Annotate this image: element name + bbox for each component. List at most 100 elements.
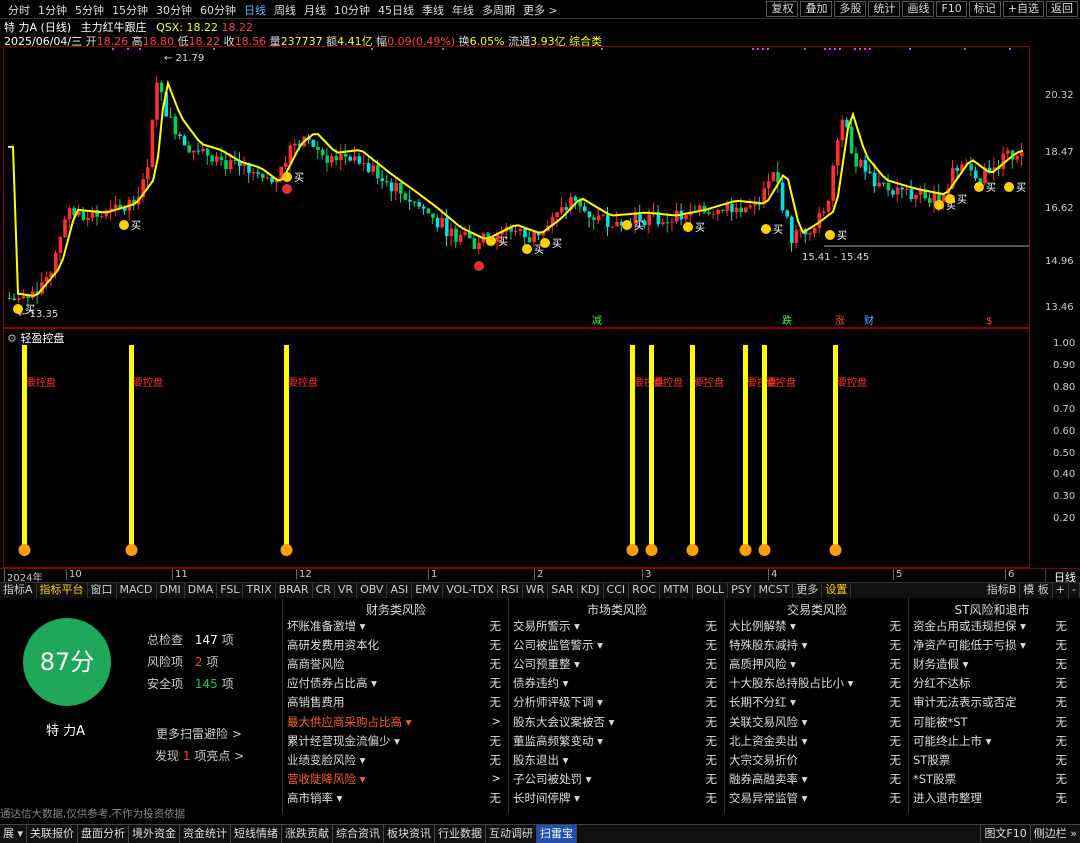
bottom-tab[interactable]: 综合资讯 (333, 825, 385, 843)
bottom-tab[interactable]: 资金统计 (180, 825, 232, 843)
indicator-tab[interactable]: DMI (157, 583, 185, 598)
risk-item[interactable]: 股东大会议案被否 ▾ (513, 714, 614, 730)
period-tab[interactable]: 15分钟 (108, 2, 152, 18)
toolbar-button[interactable]: F10 (936, 1, 967, 17)
bottom-tab[interactable]: 展 ▾ (0, 825, 28, 843)
bottom-right-tab[interactable]: 侧边栏 » (1029, 825, 1080, 842)
period-tab[interactable]: 60分钟 (196, 2, 240, 18)
indicator-tab[interactable]: RSI (498, 583, 523, 598)
risk-item[interactable]: 特殊股东减持 ▾ (729, 637, 807, 653)
indicator-tab[interactable]: CCI (604, 583, 630, 598)
toolbar-button[interactable]: 叠加 (800, 1, 833, 17)
indicator-tab[interactable]: VOL-TDX (443, 583, 498, 598)
indicator-tab[interactable]: MACD (117, 583, 157, 598)
indicator-tab[interactable]: BRAR (276, 583, 313, 598)
bottom-tab[interactable]: 扫雷宝 (537, 825, 578, 843)
toolbar-button[interactable]: 多股 (834, 1, 867, 17)
bottom-tab[interactable]: 关联报价 (27, 825, 79, 843)
period-tab[interactable]: 1分钟 (34, 2, 71, 18)
risk-item[interactable]: 分红不达标 (913, 675, 971, 691)
toolbar-button[interactable]: 画线 (902, 1, 935, 17)
risk-item[interactable]: 可能终止上市 ▾ (913, 733, 991, 749)
risk-item[interactable]: 交易异常监管 ▾ (729, 790, 807, 806)
period-tab[interactable]: 月线 (300, 2, 330, 18)
bottom-right-tab[interactable]: 图文F10 (980, 825, 1029, 842)
toolbar-button[interactable]: 复权 (766, 1, 799, 17)
indicator-tab[interactable]: MCST (755, 583, 794, 598)
period-tab[interactable]: 10分钟 (330, 2, 374, 18)
risk-item[interactable]: 进入退市整理 (913, 790, 982, 806)
sub-indicator-panel[interactable]: ⚙ 轻盈控盘 要控盘要控盘要控盘要控盘要控盘要控盘要控盘要控盘要控盘 (3, 328, 1030, 568)
bottom-tab[interactable]: 盘面分析 (78, 825, 130, 843)
risk-item[interactable]: 交易所警示 ▾ (513, 618, 580, 634)
risk-item[interactable]: 坏账准备激增 ▾ (287, 618, 365, 634)
risk-item[interactable]: 最大供应商采购占比高 ▾ (287, 714, 411, 730)
risk-item[interactable]: 大宗交易折价 (729, 752, 798, 768)
indicator-tab[interactable]: ROC (629, 583, 661, 598)
period-tab[interactable]: 年线 (448, 2, 478, 18)
risk-item[interactable]: 高研发费用资本化 (287, 637, 379, 653)
indicator-tab[interactable]: 设置 (822, 583, 852, 598)
period-tab[interactable]: 日线 (240, 2, 270, 18)
event-label[interactable]: $ (986, 316, 992, 327)
event-label[interactable]: 涨 (835, 315, 845, 327)
period-tab[interactable]: 周线 (270, 2, 300, 18)
risk-item[interactable]: 关联交易风险 ▾ (729, 714, 807, 730)
indicator-tab[interactable]: 更多 (793, 583, 823, 598)
indicator-tab[interactable]: WR (523, 583, 549, 598)
risk-item[interactable]: 高质押风险 ▾ (729, 656, 796, 672)
risk-item[interactable]: 长期不分红 ▾ (729, 694, 796, 710)
risk-item[interactable]: 净资产可能低于亏损 ▾ (913, 637, 1026, 653)
indicator-tab[interactable]: TRIX (243, 583, 276, 598)
period-tab[interactable]: 季线 (418, 2, 448, 18)
risk-item[interactable]: 股东退出 ▾ (513, 752, 568, 768)
risk-item[interactable]: 可能被*ST (913, 714, 968, 730)
indicator-tab-right[interactable]: - (1069, 583, 1080, 598)
event-label[interactable]: 财 (864, 314, 874, 327)
risk-item[interactable]: 公司预重整 ▾ (513, 656, 580, 672)
toolbar-button[interactable]: +自选 (1002, 1, 1044, 17)
toolbar-button[interactable]: 返回 (1046, 1, 1078, 17)
more-scan-link[interactable]: 更多扫雷避险 > (156, 725, 242, 742)
risk-item[interactable]: 营收陡降风险 ▾ (287, 771, 365, 787)
indicator-tab[interactable]: VR (335, 583, 358, 598)
risk-item[interactable]: 高商誉风险 (287, 656, 345, 672)
risk-item[interactable]: 十大股东总持股占比小 ▾ (729, 675, 853, 691)
risk-item[interactable]: 资金占用或违规担保 ▾ (913, 618, 1026, 634)
risk-item[interactable]: 累计经营现金流偏少 ▾ (287, 733, 400, 749)
indicator-tab[interactable]: 指标A (0, 583, 37, 598)
event-label[interactable]: 跌 (782, 314, 792, 327)
bottom-tab[interactable]: 板块资讯 (384, 825, 436, 843)
period-tab[interactable]: 更多 > (519, 2, 562, 18)
indicator-tab[interactable]: CR (313, 583, 335, 598)
bottom-tab[interactable]: 互动调研 (486, 825, 538, 843)
risk-item[interactable]: 融券高融卖率 ▾ (729, 771, 807, 787)
bottom-tab[interactable]: 境外资金 (129, 825, 181, 843)
toolbar-button[interactable]: 统计 (868, 1, 901, 17)
bottom-tab[interactable]: 短线情绪 (231, 825, 283, 843)
highlight-link[interactable]: 发现 1 项亮点 > (155, 747, 244, 764)
indicator-tab[interactable]: PSY (728, 583, 756, 598)
risk-item[interactable]: 公司被监管警示 ▾ (513, 637, 603, 653)
risk-item[interactable]: *ST股票 (913, 771, 956, 787)
kline-chart[interactable]: ← 21.79← 13.3515.41 - 15.45买买买买买买买买买买买买买… (4, 47, 1029, 327)
indicator-tab[interactable]: 窗口 (88, 583, 117, 598)
indicator-tab[interactable]: MTM (660, 583, 693, 598)
bottom-tab[interactable]: 行业数据 (435, 825, 487, 843)
risk-item[interactable]: 应付债券占比高 ▾ (287, 675, 377, 691)
risk-item[interactable]: 业绩变脸风险 ▾ (287, 752, 365, 768)
indicator-tab-right[interactable]: 模 板 (1020, 583, 1053, 598)
risk-item[interactable]: 高销售费用 (287, 694, 345, 710)
risk-item[interactable]: ST股票 (913, 752, 950, 768)
indicator-tab[interactable]: SAR (548, 583, 578, 598)
indicator-tab-right[interactable]: + (1053, 583, 1070, 598)
risk-item[interactable]: 分析师评级下调 ▾ (513, 694, 603, 710)
indicator-tab[interactable]: DMA (185, 583, 218, 598)
risk-item[interactable]: 债券违约 ▾ (513, 675, 568, 691)
risk-item[interactable]: 子公司被处罚 ▾ (513, 771, 591, 787)
period-tab[interactable]: 多周期 (478, 2, 519, 18)
period-tab[interactable]: 分时 (4, 2, 34, 18)
risk-item[interactable]: 高市销率 ▾ (287, 790, 342, 806)
indicator-tab[interactable]: BOLL (693, 583, 729, 598)
risk-item[interactable]: 大比例解禁 ▾ (729, 618, 796, 634)
